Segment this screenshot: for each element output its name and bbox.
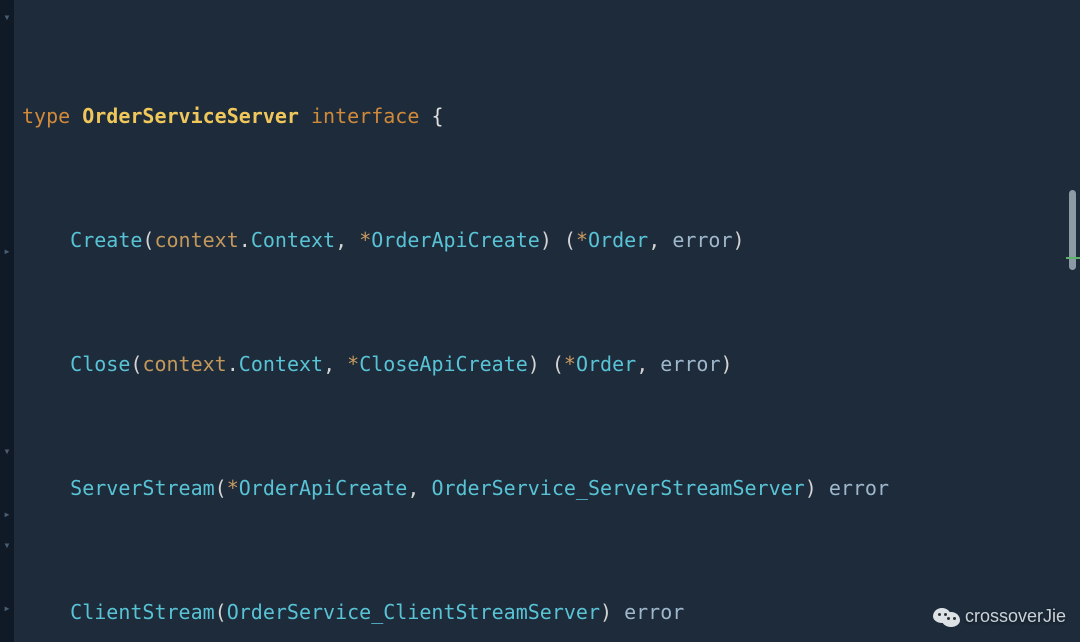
fold-marker-icon[interactable]: ▾ xyxy=(2,540,12,550)
type: OrderService_ClientStreamServer xyxy=(227,600,600,624)
code-editor[interactable]: ▾ ▸ ▾ ▸ ▾ ▸ type OrderServiceServer inte… xyxy=(0,0,1080,642)
code-line[interactable]: Close(context.Context, *CloseApiCreate) … xyxy=(18,349,1080,380)
package: context xyxy=(154,228,238,252)
watermark: crossoverJie xyxy=(933,601,1066,632)
gutter: ▾ ▸ ▾ ▸ ▾ ▸ xyxy=(0,0,14,642)
fold-marker-icon[interactable]: ▾ xyxy=(2,446,12,456)
star: * xyxy=(347,352,359,376)
star: * xyxy=(227,476,239,500)
type: error xyxy=(829,476,889,500)
code-line[interactable]: Create(context.Context, *OrderApiCreate)… xyxy=(18,225,1080,256)
type-name: OrderServiceServer xyxy=(82,104,299,128)
type: error xyxy=(624,600,684,624)
fold-marker-icon[interactable]: ▸ xyxy=(2,603,12,613)
wechat-icon xyxy=(933,606,959,628)
star: * xyxy=(359,228,371,252)
fold-marker-icon[interactable]: ▾ xyxy=(2,12,12,22)
type: Context xyxy=(251,228,335,252)
type: Context xyxy=(239,352,323,376)
watermark-text: crossoverJie xyxy=(965,601,1066,632)
type: CloseApiCreate xyxy=(359,352,528,376)
keyword: type xyxy=(22,104,70,128)
star: * xyxy=(576,228,588,252)
type: Order xyxy=(588,228,648,252)
brace: { xyxy=(431,104,443,128)
package: context xyxy=(142,352,226,376)
method: Close xyxy=(70,352,130,376)
type: error xyxy=(660,352,720,376)
method: Create xyxy=(70,228,142,252)
method: ClientStream xyxy=(70,600,215,624)
type: error xyxy=(672,228,732,252)
code-line[interactable]: ClientStream(OrderService_ClientStreamSe… xyxy=(18,597,1080,628)
caret-overview-mark xyxy=(1066,257,1080,259)
fold-marker-icon[interactable]: ▸ xyxy=(2,509,12,519)
type: OrderService_ServerStreamServer xyxy=(431,476,804,500)
fold-marker-icon[interactable]: ▸ xyxy=(2,246,12,256)
type: OrderApiCreate xyxy=(239,476,408,500)
method: ServerStream xyxy=(70,476,215,500)
star: * xyxy=(564,352,576,376)
type: OrderApiCreate xyxy=(371,228,540,252)
keyword: interface xyxy=(311,104,419,128)
code-line[interactable]: ServerStream(*OrderApiCreate, OrderServi… xyxy=(18,473,1080,504)
code-area[interactable]: type OrderServiceServer interface { Crea… xyxy=(14,0,1080,642)
code-line[interactable]: type OrderServiceServer interface { xyxy=(18,101,1080,132)
type: Order xyxy=(576,352,636,376)
